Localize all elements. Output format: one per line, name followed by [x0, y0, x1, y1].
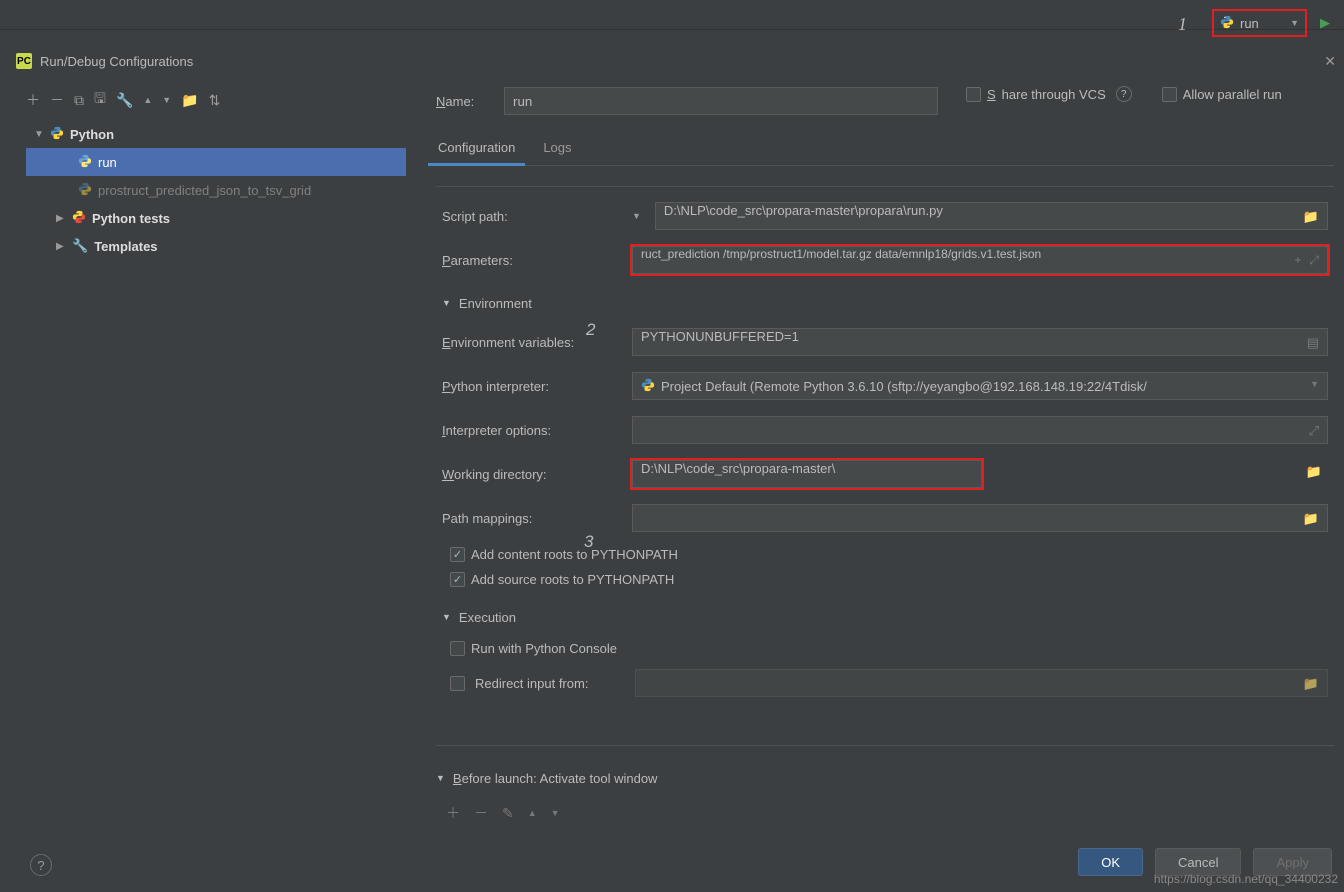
config-content: Name: Share through VCS? Allow parallel … [416, 86, 1344, 860]
tree-run[interactable]: run [26, 148, 406, 176]
run-play-icon[interactable]: ▶ [1320, 15, 1330, 31]
ok-button[interactable]: OK [1078, 848, 1143, 876]
parameters-input[interactable]: ruct_prediction /tmp/prostruct1/model.ta… [632, 246, 1328, 274]
remove-icon[interactable]: － [50, 90, 64, 110]
remove-icon[interactable]: － [474, 803, 488, 823]
script-path-input[interactable]: D:\NLP\code_src\propara-master\propara\r… [655, 202, 1328, 230]
script-path-label: Script path: [442, 209, 632, 224]
save-icon[interactable]: 🖫 [94, 88, 106, 112]
tree-templates[interactable]: ▶ 🔧 Templates [26, 232, 406, 260]
add-icon[interactable]: ＋ [26, 90, 40, 110]
interpreter-label: Python interpreter: [442, 379, 632, 394]
python-icon [78, 182, 92, 199]
add-content-checkbox[interactable]: ✓Add content roots to PYTHONPATH [450, 547, 1328, 562]
name-label: Name: [436, 94, 504, 109]
tree-prostruct[interactable]: prostruct_predicted_json_to_tsv_grid [26, 176, 406, 204]
tab-configuration[interactable]: Configuration [436, 134, 517, 165]
run-console-checkbox[interactable]: Run with Python Console [450, 641, 1328, 656]
folder-icon[interactable]: 📁 [1303, 676, 1319, 692]
list-icon[interactable]: ▤ [1307, 335, 1319, 351]
pycharm-icon: PC [16, 53, 32, 69]
run-config-label: run [1240, 16, 1259, 31]
interp-opts-input[interactable]: ⤢ [632, 416, 1328, 444]
close-icon[interactable]: ✕ [1324, 53, 1336, 70]
python-icon [78, 154, 92, 171]
before-launch-toolbar: ＋ － ✎ ▲ ▼ [446, 802, 1334, 824]
dropdown-arrow-icon[interactable]: ▼ [632, 211, 641, 221]
sort-icon[interactable]: ⇅ [209, 92, 221, 109]
redirect-label: Redirect input from: [475, 676, 635, 691]
annotation-3: 3 [584, 532, 593, 552]
folder-icon[interactable]: 📁 [1303, 209, 1319, 225]
config-scroll: Script path: ▼ D:\NLP\code_src\propara-m… [436, 186, 1334, 746]
edit-icon[interactable]: ✎ [502, 805, 514, 822]
config-tabs: Configuration Logs [436, 134, 1334, 166]
dropdown-arrow-icon[interactable]: ▼ [1310, 379, 1319, 389]
folder-move-icon[interactable]: 📁 [181, 92, 198, 109]
expand-icon[interactable]: ⤢ [1309, 253, 1319, 268]
redirect-checkbox[interactable] [450, 676, 465, 691]
folder-icon[interactable]: 📁 [1303, 511, 1319, 527]
wrench-icon: 🔧 [72, 238, 88, 254]
workdir-input[interactable]: D:\NLP\code_src\propara-master\ [632, 460, 982, 488]
down-icon[interactable]: ▼ [162, 95, 171, 105]
copy-icon[interactable]: ⧉ [74, 92, 84, 109]
run-config-selector[interactable]: run ▼ [1212, 9, 1307, 37]
up-icon[interactable]: ▲ [143, 95, 152, 105]
before-launch-header[interactable]: ▼Before launch: Activate tool window [436, 764, 1334, 792]
env-vars-input[interactable]: PYTHONUNBUFFERED=1▤ [632, 328, 1328, 356]
watermark: https://blog.csdn.net/qq_34400232 [1154, 872, 1338, 886]
redirect-input[interactable]: 📁 [635, 669, 1328, 697]
help-icon[interactable]: ? [1116, 86, 1132, 102]
mappings-label: Path mappings: [442, 511, 632, 526]
mappings-input[interactable]: 📁 [632, 504, 1328, 532]
sidebar-toolbar: ＋ － ⧉ 🖫 🔧 ▲ ▼ 📁 ⇅ [26, 86, 406, 114]
dropdown-arrow-icon: ▼ [1290, 18, 1299, 28]
plus-icon[interactable]: + [1294, 253, 1301, 268]
parallel-checkbox[interactable]: Allow parallel run [1162, 86, 1282, 102]
exec-section-header[interactable]: ▼Execution [442, 603, 1328, 631]
config-sidebar: ＋ － ⧉ 🖫 🔧 ▲ ▼ 📁 ⇅ ▼ Python run [8, 86, 416, 860]
ide-topbar: 1 run ▼ ▶ [0, 0, 1344, 30]
help-button[interactable]: ? [30, 854, 52, 876]
env-section-header[interactable]: ▼Environment [442, 289, 1328, 317]
tab-logs[interactable]: Logs [541, 134, 573, 165]
interp-opts-label: Interpreter options: [442, 423, 632, 438]
annotation-1: 1 [1178, 14, 1187, 35]
name-input[interactable] [504, 87, 938, 115]
config-tree: ▼ Python run prostruct_predicted_json_to… [26, 120, 406, 260]
dialog-title: Run/Debug Configurations [40, 54, 193, 69]
python-tests-icon [72, 210, 86, 227]
add-source-checkbox[interactable]: ✓Add source roots to PYTHONPATH [450, 572, 1328, 587]
add-icon[interactable]: ＋ [446, 803, 460, 823]
tree-python-tests[interactable]: ▶ Python tests [26, 204, 406, 232]
folder-icon[interactable]: 📁 [1306, 460, 1322, 488]
parameters-label: Parameters: [442, 253, 632, 268]
interpreter-select[interactable]: Project Default (Remote Python 3.6.10 (s… [632, 372, 1328, 400]
down-icon[interactable]: ▼ [551, 808, 560, 818]
run-debug-dialog: PC Run/Debug Configurations ✕ ＋ － ⧉ 🖫 🔧 … [8, 44, 1344, 892]
up-icon[interactable]: ▲ [528, 808, 537, 818]
python-remote-icon [641, 378, 655, 395]
workdir-label: Working directory: [442, 467, 632, 482]
share-vcs-checkbox[interactable]: Share through VCS? [966, 86, 1132, 102]
wrench-icon[interactable]: 🔧 [116, 92, 133, 109]
env-vars-label: Environment variables: [442, 335, 632, 350]
expand-icon[interactable]: ⤢ [1309, 423, 1319, 439]
python-icon [1220, 15, 1234, 32]
dialog-titlebar: PC Run/Debug Configurations ✕ [8, 44, 1344, 78]
python-icon [50, 126, 64, 143]
tree-python[interactable]: ▼ Python [26, 120, 406, 148]
